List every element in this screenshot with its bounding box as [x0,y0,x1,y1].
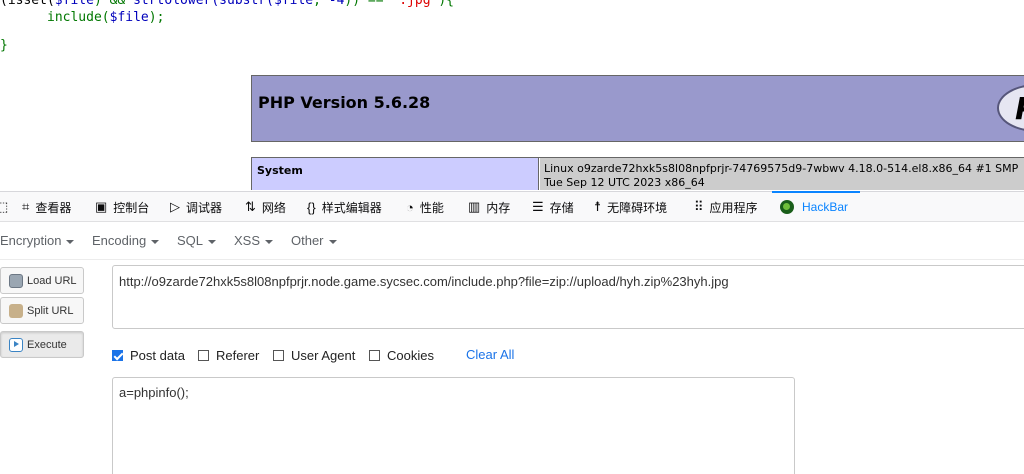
execute-icon [9,337,23,352]
php-logo: P [997,84,1024,132]
system-value: Linux o9zarde72hxk5s8l08npfprjr-74769575… [540,158,1024,190]
hackbar-menubar: Encryption Encoding SQL XSS Other [0,222,1024,260]
system-label: System [252,158,539,190]
code-line-close: } [0,38,8,53]
pick-element-icon: ⬚ [0,199,9,214]
referer-checkbox[interactable]: Referer [198,347,259,363]
menu-xss[interactable]: XSS [234,233,274,248]
chevron-down-icon [265,239,274,244]
phpinfo-system-row: System Linux o9zarde72hxk5s8l08npfprjr-7… [251,157,1024,190]
checkbox-unchecked[interactable] [369,349,380,361]
tab-application[interactable]: ⠿ 应用程序 [694,192,758,222]
devtools-toolbar: ⬚ ⌗ 查看器 ▣ 控制台 ▷ 调试器 ⇅ 网络 {} 样式编辑器 ◔ 性能 ▥ 内存 ☰ 存储… [0,191,1024,222]
tab-storage[interactable]: ☰ 存储 [532,192,574,222]
execute-button[interactable]: Execute [0,331,84,358]
code-line-include: include($file); [47,10,165,25]
chevron-down-icon [208,239,217,244]
menu-encryption[interactable]: Encryption [0,233,75,248]
tab-style-editor[interactable]: {} 样式编辑器 [307,192,382,222]
network-icon: ⇅ [245,199,256,214]
user-agent-checkbox[interactable]: User Agent [273,347,355,363]
post-data-input[interactable]: a=phpinfo(); [112,377,795,474]
checkbox-unchecked[interactable] [273,349,284,361]
checkbox-checked[interactable] [112,349,123,361]
menu-encoding[interactable]: Encoding [92,233,160,248]
storage-icon: ☰ [532,199,544,214]
clear-all-link[interactable]: Clear All [466,347,514,362]
chevron-down-icon [328,239,337,244]
tab-hackbar[interactable]: HackBar [771,191,861,222]
load-url-icon [9,273,23,288]
inspector-icon: ⌗ [22,199,30,214]
menu-other[interactable]: Other [291,233,337,248]
code-line-if: (isset($file) && strtolower(substr($file… [0,0,455,8]
tab-memory[interactable]: ▥ 内存 [468,192,510,222]
chevron-down-icon [151,239,160,244]
post-data-checkbox[interactable]: Post data [112,347,185,363]
menu-sql[interactable]: SQL [177,233,217,248]
chevron-down-icon [66,239,75,244]
tab-inspector[interactable]: ⌗ 查看器 [22,192,71,222]
accessibility-icon: ☨ [594,199,602,214]
tab-accessibility[interactable]: ☨ 无障碍环境 [594,192,667,222]
php-version-title: PHP Version 5.6.28 [258,93,431,112]
console-icon: ▣ [95,199,108,214]
load-url-button[interactable]: Load URL [0,267,84,294]
memory-icon: ▥ [468,199,481,214]
application-icon: ⠿ [694,199,704,214]
split-url-button[interactable]: Split URL [0,297,84,324]
performance-icon: ◔ [406,199,414,215]
tab-performance[interactable]: ◔ 性能 [406,192,444,222]
cookies-checkbox[interactable]: Cookies [369,347,434,363]
tab-debugger[interactable]: ▷ 调试器 [170,192,222,222]
hackbar-icon [780,200,794,214]
tab-network[interactable]: ⇅ 网络 [245,192,286,222]
pick-element-button[interactable]: ⬚ [0,192,14,222]
style-editor-icon: {} [307,199,316,215]
debugger-icon: ▷ [170,199,180,214]
page-content: (isset($file) && strtolower(substr($file… [0,0,1024,190]
phpinfo-header: PHP Version 5.6.28 P [251,75,1024,142]
url-input[interactable]: http://o9zarde72hxk5s8l08npfprjr.node.ga… [112,265,1024,329]
tab-console[interactable]: ▣ 控制台 [95,192,149,222]
split-url-icon [9,303,23,318]
checkbox-unchecked[interactable] [198,349,209,361]
